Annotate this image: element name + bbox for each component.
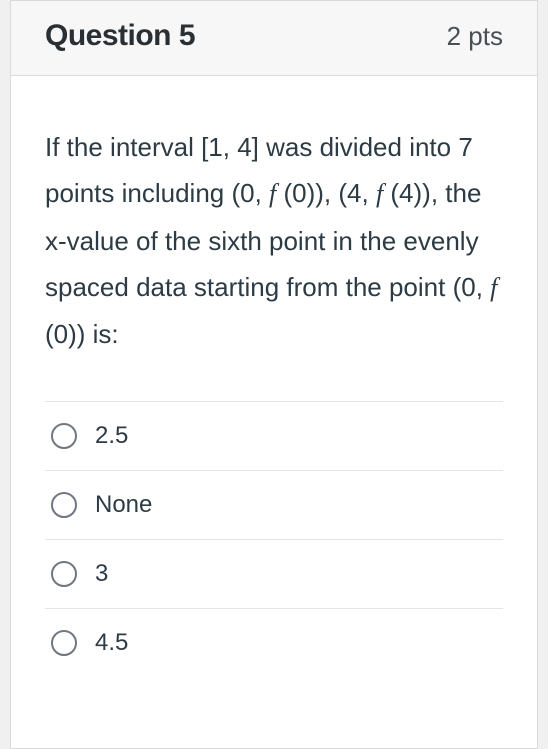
radio-icon[interactable] <box>51 561 77 587</box>
question-card: Question 5 2 pts If the interval [1, 4] … <box>10 0 538 749</box>
option-label: None <box>95 491 152 519</box>
option-label: 4.5 <box>95 629 128 657</box>
question-points: 2 pts <box>447 21 503 52</box>
answer-options: 2.5 None 3 4.5 <box>45 401 503 677</box>
stem-text: (0)), (4, <box>276 178 376 208</box>
question-title: Question 5 <box>45 19 195 53</box>
question-header: Question 5 2 pts <box>11 1 537 76</box>
radio-icon[interactable] <box>51 492 77 518</box>
question-stem: If the interval [1, 4] was divided into … <box>45 124 503 357</box>
option-2[interactable]: None <box>45 470 503 539</box>
radio-icon[interactable] <box>51 630 77 656</box>
question-body: If the interval [1, 4] was divided into … <box>11 76 537 697</box>
option-label: 2.5 <box>95 422 128 450</box>
option-1[interactable]: 2.5 <box>45 401 503 470</box>
option-3[interactable]: 3 <box>45 539 503 608</box>
radio-icon[interactable] <box>51 423 77 449</box>
option-label: 3 <box>95 560 108 588</box>
stem-text: (0)) is: <box>45 319 119 349</box>
stem-f: f <box>490 273 497 302</box>
option-4[interactable]: 4.5 <box>45 608 503 677</box>
